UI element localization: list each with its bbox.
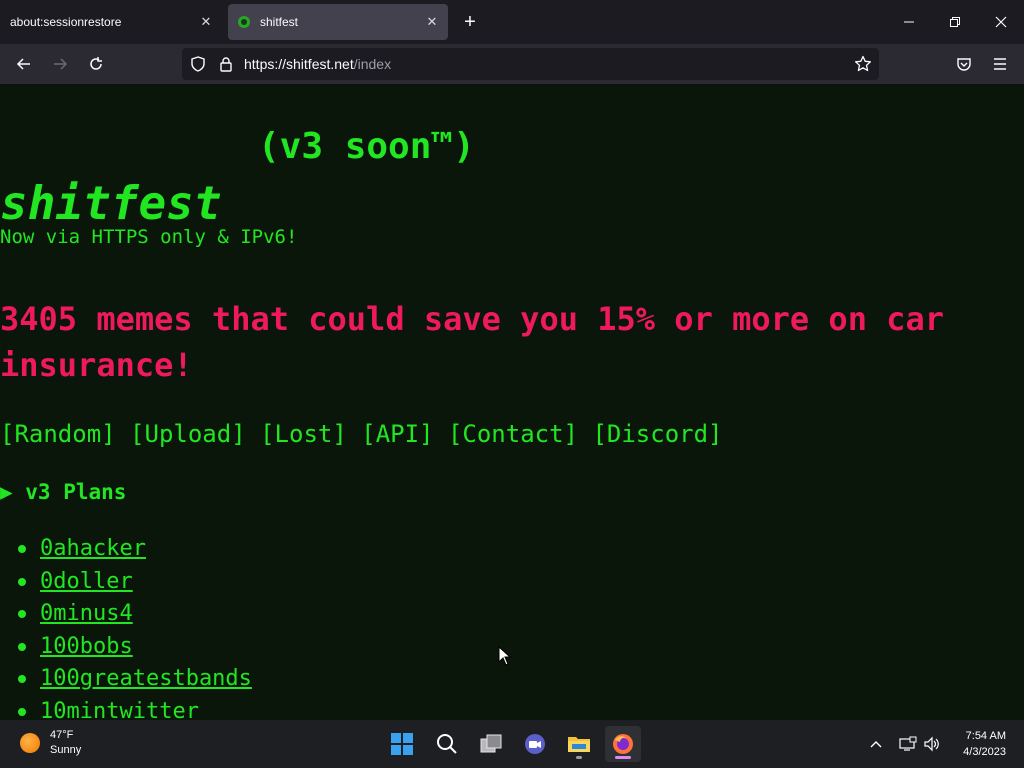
chevron-up-icon[interactable] <box>864 732 888 756</box>
navigation-toolbar: https://shitfest.net/index <box>0 44 1024 84</box>
nav-link-contact[interactable]: [Contact] <box>448 420 593 448</box>
tab-shitfest[interactable]: shitfest ✕ <box>228 4 448 40</box>
reload-icon[interactable] <box>82 50 110 78</box>
site-nav-links: [Random] [Upload] [Lost] [API] [Contact]… <box>0 420 723 448</box>
weather-description: Sunny <box>50 744 82 756</box>
site-logo[interactable]: shitfest <box>0 176 222 230</box>
meme-count-headline: 3405 memes that could save you 15% or mo… <box>0 300 945 384</box>
tab-sessionrestore[interactable]: about:sessionrestore ✕ <box>2 4 222 40</box>
meme-link[interactable]: 10mintwitter <box>40 699 199 721</box>
page-content: shitfest (v3 soon™) Now via HTTPS only &… <box>0 84 1024 720</box>
task-view-icon[interactable] <box>473 726 509 762</box>
nav-link-discord[interactable]: [Discord] <box>592 420 722 448</box>
list-item: 100greatestbands <box>16 666 252 699</box>
pocket-icon[interactable] <box>950 50 978 78</box>
meme-link[interactable]: 0doller <box>40 569 133 594</box>
url-bar[interactable]: https://shitfest.net/index <box>182 48 879 80</box>
list-item: 100bobs <box>16 634 252 667</box>
bullet-icon <box>18 707 26 716</box>
firefox-icon[interactable] <box>605 726 641 762</box>
nav-link-random[interactable]: [Random] <box>0 420 130 448</box>
minimize-icon[interactable] <box>886 0 932 44</box>
system-clock[interactable]: 7:54 AM 4/3/2023 <box>950 728 1006 760</box>
meme-list: 0ahacker 0doller 0minus4 100bobs 100grea… <box>16 536 252 720</box>
url-host: https://shitfest.net <box>244 56 354 72</box>
start-windows-icon[interactable] <box>384 726 420 762</box>
back-arrow-icon[interactable] <box>10 50 38 78</box>
restore-icon[interactable] <box>932 0 978 44</box>
version-note: (v3 soon™) <box>258 126 475 167</box>
url-text[interactable]: https://shitfest.net/index <box>244 56 391 72</box>
weather-widget[interactable]: 47°F Sunny <box>20 728 81 758</box>
tab-strip: about:sessionrestore ✕ shitfest ✕ + <box>0 0 1024 44</box>
nav-link-upload[interactable]: [Upload] <box>130 420 260 448</box>
bullet-icon <box>18 577 26 586</box>
mouse-cursor-icon <box>498 645 512 670</box>
hamburger-menu-icon[interactable] <box>986 50 1014 78</box>
list-item: 10mintwitter <box>16 699 252 721</box>
list-item: 0doller <box>16 569 252 602</box>
bullet-icon <box>18 675 26 683</box>
close-window-icon[interactable] <box>978 0 1024 44</box>
list-item: 0ahacker <box>16 536 252 569</box>
bullet-icon <box>18 610 26 618</box>
weather-temperature: 47°F <box>50 729 74 741</box>
nav-link-api[interactable]: [API] <box>361 420 448 448</box>
running-indicator <box>576 756 582 759</box>
close-tab-icon[interactable]: ✕ <box>420 10 444 34</box>
url-path: /index <box>353 56 392 72</box>
forward-arrow-icon[interactable] <box>46 50 74 78</box>
bookmark-star-icon[interactable] <box>849 50 877 78</box>
windows-taskbar: 47°F Sunny 7:54 AM 4/3/2023 <box>0 720 1024 768</box>
tab-title: about:sessionrestore <box>10 15 122 29</box>
v3-plans-toggle[interactable]: ▶ v3 Plans <box>0 480 126 504</box>
nav-link-lost[interactable]: [Lost] <box>260 420 361 448</box>
meme-link[interactable]: 100bobs <box>40 634 133 659</box>
bullet-icon <box>18 545 26 553</box>
active-indicator <box>615 756 631 759</box>
search-icon[interactable] <box>429 726 465 762</box>
chat-camera-icon[interactable] <box>517 726 553 762</box>
meme-link[interactable]: 100greatestbands <box>40 666 252 691</box>
file-explorer-folder-icon[interactable] <box>561 726 597 762</box>
clock-date: 4/3/2023 <box>963 746 1006 758</box>
new-tab-plus-icon[interactable]: + <box>458 10 482 34</box>
lock-icon[interactable] <box>212 50 240 78</box>
close-tab-icon[interactable]: ✕ <box>194 10 218 34</box>
tracking-protection-shield-icon[interactable] <box>184 50 212 78</box>
tagline: Now via HTTPS only & IPv6! <box>0 226 298 248</box>
shitfest-favicon-icon <box>236 14 252 30</box>
meme-link[interactable]: 0minus4 <box>40 601 133 626</box>
bullet-icon <box>18 642 26 651</box>
network-icon[interactable] <box>896 732 920 756</box>
meme-link[interactable]: 0ahacker <box>40 536 146 561</box>
volume-icon[interactable] <box>920 732 944 756</box>
sun-icon <box>20 733 40 753</box>
list-item: 0minus4 <box>16 601 252 634</box>
tab-title: shitfest <box>260 15 299 29</box>
clock-time: 7:54 AM <box>965 730 1006 742</box>
